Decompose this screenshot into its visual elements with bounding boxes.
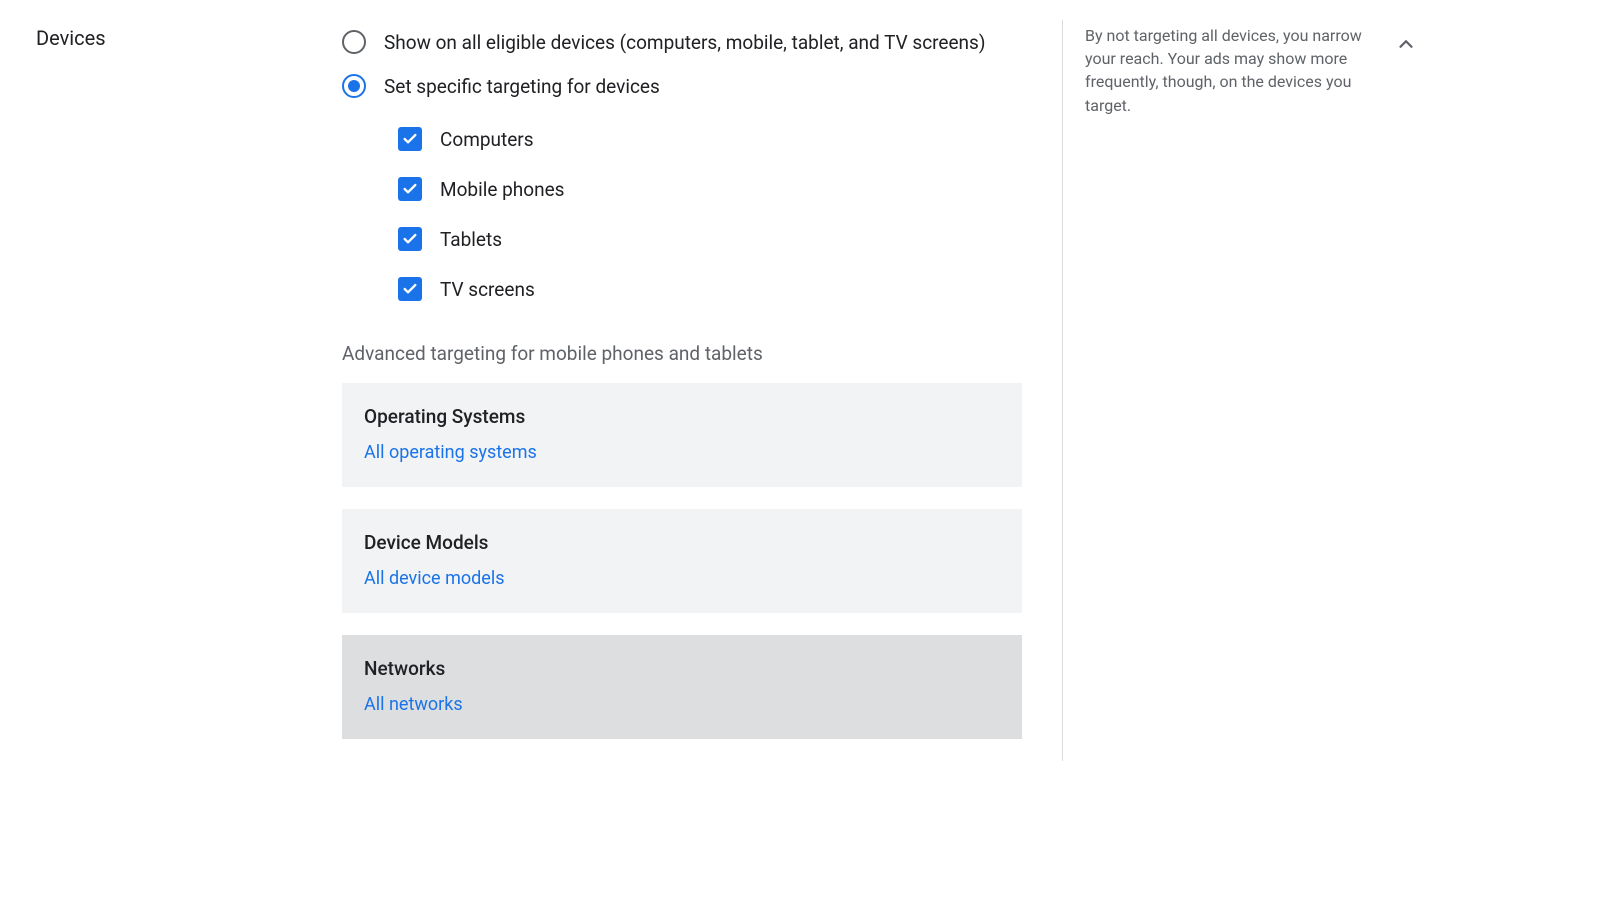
- device-checkbox-list: Computers Mobile phones Tablets TV scree…: [342, 108, 1022, 314]
- radio-specific-devices[interactable]: Set specific targeting for devices: [342, 64, 1022, 108]
- checkbox-computers[interactable]: Computers: [398, 114, 1022, 164]
- checkbox-label: Tablets: [440, 228, 502, 251]
- radio-icon: [342, 30, 366, 54]
- radio-label: Show on all eligible devices (computers,…: [384, 31, 985, 54]
- checkbox-label: TV screens: [440, 278, 535, 301]
- card-device-models[interactable]: Device Models All device models: [342, 509, 1022, 613]
- checkbox-label: Mobile phones: [440, 178, 564, 201]
- card-title: Operating Systems: [364, 405, 1000, 428]
- checkbox-icon: [398, 177, 422, 201]
- help-text: By not targeting all devices, you narrow…: [1085, 24, 1362, 117]
- radio-label: Set specific targeting for devices: [384, 75, 660, 98]
- card-operating-systems[interactable]: Operating Systems All operating systems: [342, 383, 1022, 487]
- collapse-button[interactable]: [1390, 30, 1422, 62]
- checkbox-label: Computers: [440, 128, 534, 151]
- advanced-heading: Advanced targeting for mobile phones and…: [342, 314, 1022, 383]
- chevron-up-icon: [1395, 33, 1417, 59]
- card-title: Device Models: [364, 531, 1000, 554]
- card-value: All device models: [364, 568, 1000, 589]
- card-value: All operating systems: [364, 442, 1000, 463]
- checkbox-icon: [398, 277, 422, 301]
- checkbox-icon: [398, 227, 422, 251]
- checkbox-tv-screens[interactable]: TV screens: [398, 264, 1022, 314]
- checkbox-mobile-phones[interactable]: Mobile phones: [398, 164, 1022, 214]
- card-value: All networks: [364, 694, 1000, 715]
- radio-icon-selected: [342, 74, 366, 98]
- checkbox-tablets[interactable]: Tablets: [398, 214, 1022, 264]
- section-title: Devices: [36, 20, 342, 50]
- radio-all-devices[interactable]: Show on all eligible devices (computers,…: [342, 20, 1022, 64]
- card-networks[interactable]: Networks All networks: [342, 635, 1022, 739]
- card-title: Networks: [364, 657, 1000, 680]
- checkbox-icon: [398, 127, 422, 151]
